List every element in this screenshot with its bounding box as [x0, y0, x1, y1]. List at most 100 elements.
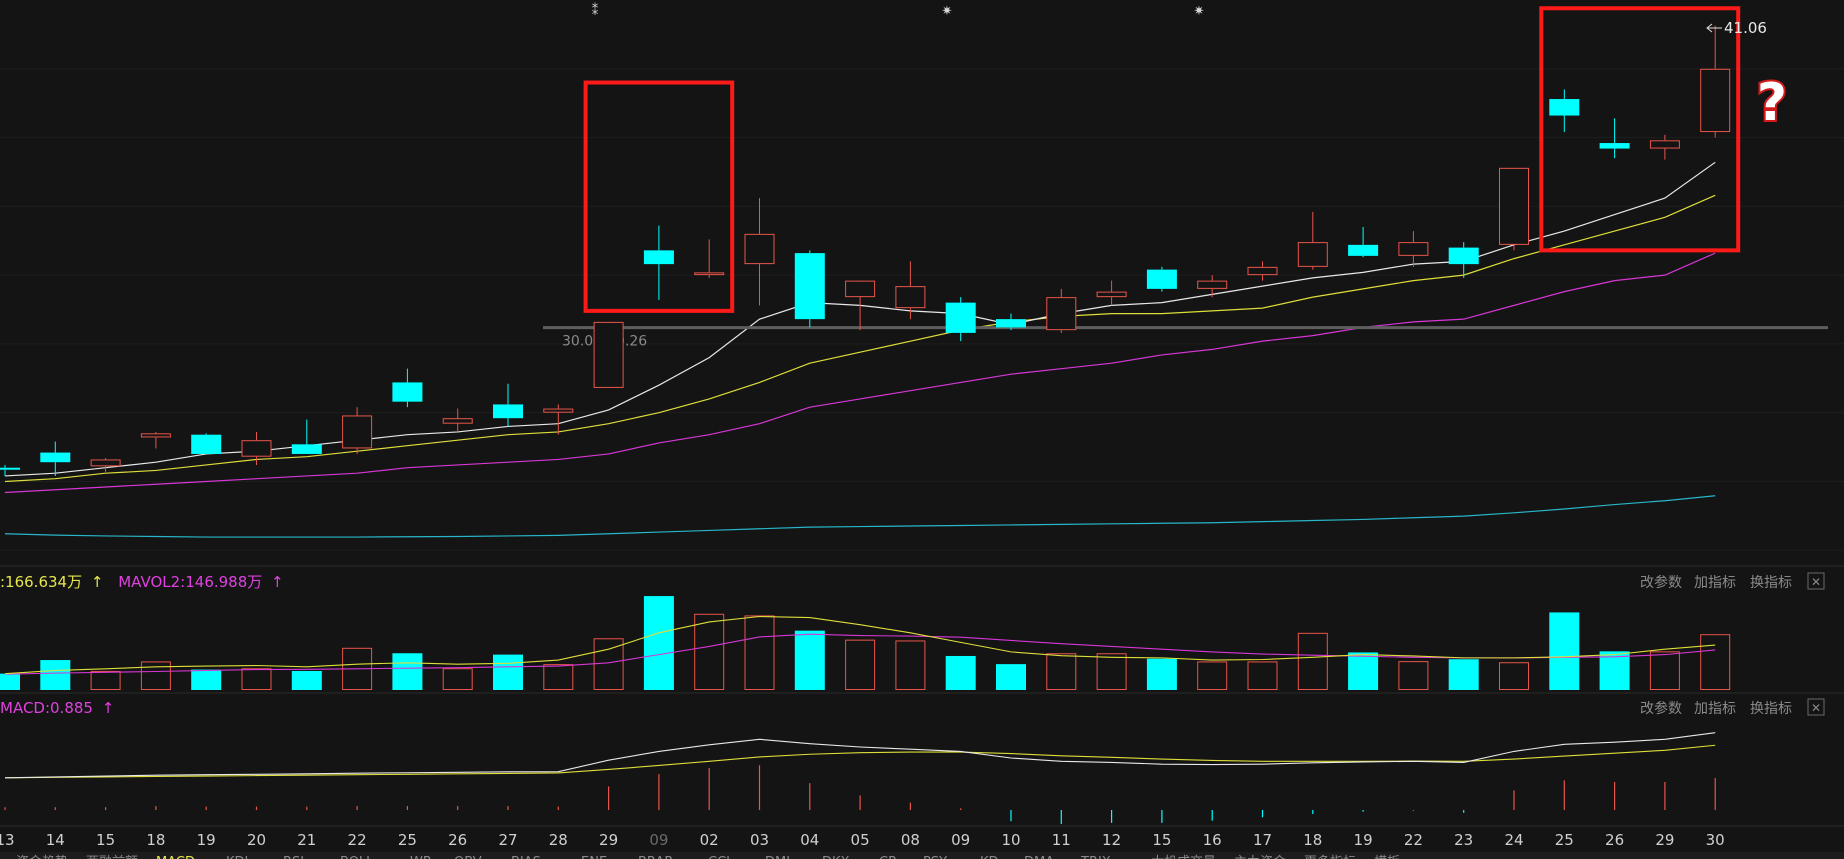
volume-bar-up	[1297, 632, 1328, 690]
x-axis-label: 26	[448, 831, 467, 849]
x-axis-label: 18	[1303, 831, 1322, 849]
volume-bar-up	[1649, 651, 1680, 690]
candle-body-down	[493, 404, 523, 419]
candle-body-up	[1046, 297, 1077, 331]
tab-DKX[interactable]: DKX	[822, 855, 850, 859]
candle-body-up	[593, 321, 624, 388]
x-axis-label: 23	[1454, 831, 1473, 849]
macd-value: MACD:0.885	[0, 699, 93, 717]
candle-body-up	[90, 459, 121, 467]
tab-更多指标[interactable]: 更多指标	[1304, 854, 1356, 859]
volume-bar-down	[191, 669, 222, 690]
volume-bar-down	[493, 654, 523, 690]
volume-bar-down	[996, 664, 1026, 690]
x-axis-label: 18	[146, 831, 165, 849]
add-indicator-button[interactable]: 加指标	[1694, 575, 1736, 591]
switch-indicator-button[interactable]: 换指标	[1750, 574, 1792, 591]
candle-body-up	[1398, 242, 1429, 256]
top-marker: ✷	[1194, 4, 1205, 19]
tab-DMI[interactable]: DMI	[765, 855, 790, 859]
switch-indicator-button[interactable]: 换指标	[1750, 700, 1792, 717]
mavol2-arrow: ↑	[271, 573, 284, 591]
tab-TRIX[interactable]: TRIX	[1080, 855, 1111, 859]
tab-两融前额[interactable]: 两融前额	[86, 854, 138, 859]
volume-bar-up	[1046, 653, 1077, 690]
candle-body-down	[996, 319, 1026, 328]
tab-RSI[interactable]: RSI	[283, 855, 304, 859]
volume-bar-up	[744, 615, 775, 691]
volume-bar-down	[1348, 652, 1379, 690]
tab-ENE[interactable]: ENE	[581, 855, 607, 859]
tab-BOLL[interactable]: BOLL	[340, 855, 374, 859]
mavol1-arrow: ↑	[91, 573, 104, 591]
tab-CCI[interactable]: CCI	[708, 855, 730, 859]
tab-KDJ[interactable]: KDJ	[226, 855, 248, 859]
volume-bar-down	[291, 670, 322, 690]
tab-DMA[interactable]: DMA	[1024, 855, 1054, 859]
mavol1-value: :166.634万	[0, 573, 82, 591]
x-axis-label: 29	[1655, 831, 1674, 849]
candle-body-down	[1599, 143, 1630, 149]
x-axis-label: 13	[0, 831, 15, 849]
macd-arrow: ↑	[102, 699, 115, 717]
candle-body-up	[1700, 68, 1731, 133]
question-mark: ?	[1757, 73, 1787, 133]
x-axis-label: 02	[700, 831, 719, 849]
x-axis-label: 29	[599, 831, 618, 849]
candle-body-up	[744, 233, 775, 265]
tab-WR[interactable]: WR	[410, 855, 432, 859]
tab-MACD[interactable]: MACD	[156, 855, 195, 859]
candle-body-up	[1247, 266, 1278, 276]
candle-body-up	[1297, 242, 1328, 267]
tab-大机成交量[interactable]: 大机成交量	[1151, 854, 1216, 859]
tab-KD[interactable]: KD	[980, 855, 999, 859]
x-axis-label: 27	[498, 831, 517, 849]
x-axis-label: 25	[398, 831, 417, 849]
volume-bar-up	[845, 639, 876, 691]
x-axis-label: 04	[800, 831, 819, 849]
add-indicator-button[interactable]: 加指标	[1694, 701, 1736, 717]
candle-body-down	[794, 253, 825, 320]
mavol2-value: MAVOL2:146.988万	[118, 573, 262, 591]
volume-bar-up	[694, 613, 725, 690]
macd-legend: MACD:0.885 ↑	[0, 699, 114, 717]
tab-CR[interactable]: CR	[879, 855, 897, 859]
top-marker: ⁑	[592, 3, 599, 19]
candle-body-up	[342, 415, 373, 449]
candle-body-down	[392, 382, 423, 402]
close-icon: ✕	[1811, 575, 1821, 589]
x-axis-label: 19	[197, 831, 216, 849]
candle-body-up	[1499, 167, 1529, 245]
candle-body-up	[1649, 140, 1680, 149]
change-params-button[interactable]: 改参数	[1640, 700, 1682, 717]
candle-body-up	[442, 418, 473, 424]
x-axis-label: 26	[1605, 831, 1624, 849]
x-axis-label: 08	[901, 831, 920, 849]
candle-body-down	[1146, 269, 1177, 289]
tab-横板[interactable]: 横板	[1374, 855, 1400, 859]
tab-主力资金[interactable]: 主力资金	[1234, 854, 1286, 859]
indicator-tab-bar[interactable]: 资金趋势 两融前额 MACD KDJ RSI BOLL WR OBV BIAS ENE BRAR CC…	[0, 852, 1844, 859]
candle-body-down	[1448, 247, 1479, 265]
candle-body-up	[140, 433, 171, 438]
x-axis-label: 24	[1504, 831, 1523, 849]
tab-BRAR[interactable]: BRAR	[638, 855, 673, 859]
change-params-button[interactable]: 改参数	[1640, 574, 1682, 591]
volume-legend-mavol1: :166.634万 ↑ MAVOL2:146.988万 ↑	[0, 573, 284, 591]
volume-bar-up	[543, 664, 574, 691]
tab-资金趋势[interactable]: 资金趋势	[16, 854, 68, 859]
candle-body-down	[40, 452, 71, 463]
candle-body-up	[543, 408, 574, 413]
volume-bar-up	[1197, 661, 1228, 691]
x-axis-label: 15	[1152, 831, 1171, 849]
tab-PSY[interactable]: PSY	[923, 855, 947, 859]
x-axis-label: 20	[247, 831, 266, 849]
x-axis-label: 28	[549, 831, 568, 849]
volume-bar-up	[90, 670, 121, 691]
candle-body-up	[1096, 291, 1127, 298]
tab-OBV[interactable]: OBV	[454, 855, 482, 859]
candle-body-down	[291, 444, 322, 454]
tab-BIAS[interactable]: BIAS	[511, 855, 541, 859]
x-axis-label: 19	[1354, 831, 1373, 849]
volume-bar-up	[1247, 661, 1278, 691]
